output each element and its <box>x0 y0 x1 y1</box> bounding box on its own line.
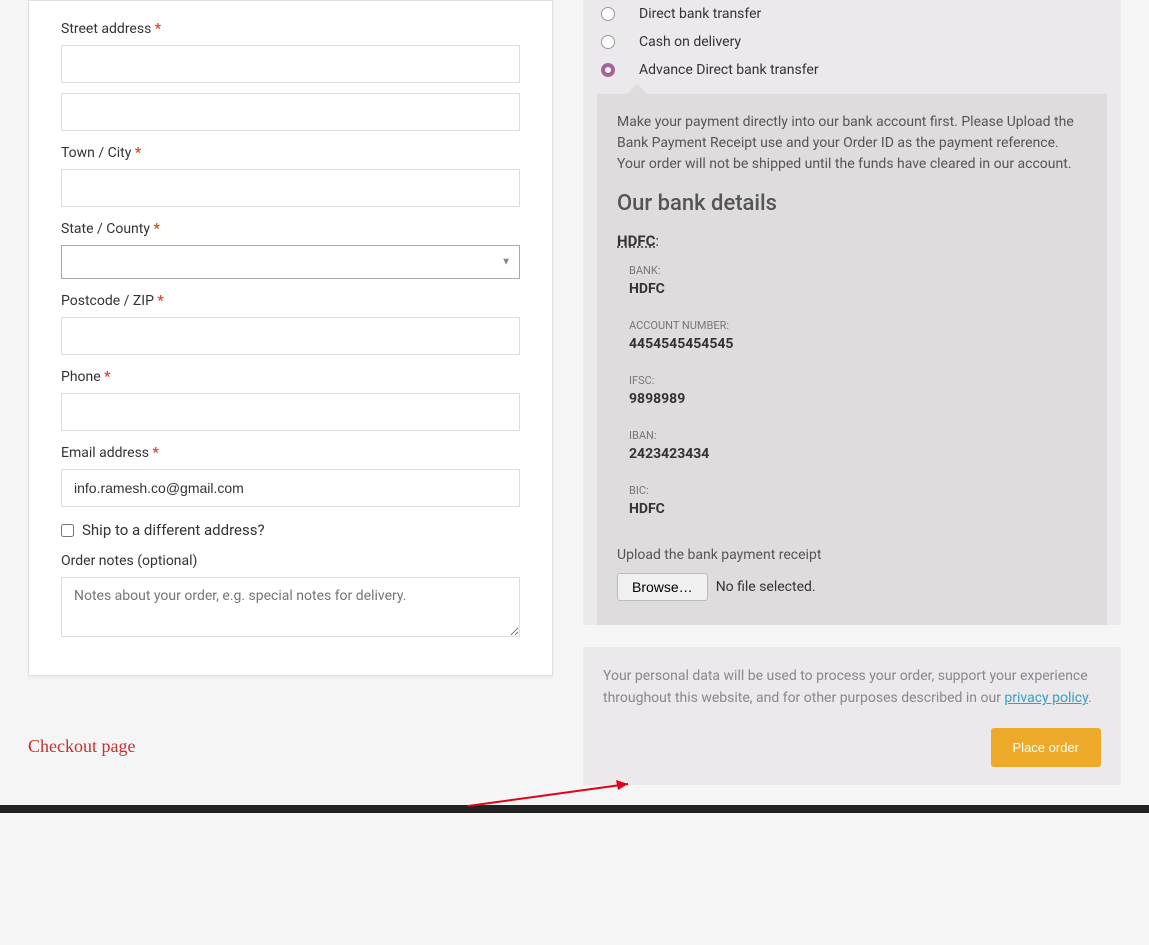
bank-field-value: 2423423434 <box>629 446 1087 462</box>
bank-field-value: HDFC <box>629 281 1087 297</box>
upload-receipt-label: Upload the bank payment receipt <box>617 547 1087 563</box>
bank-details-heading: Our bank details <box>617 191 1087 216</box>
street-address-input-2[interactable] <box>61 93 520 131</box>
checkout-page-caption: Checkout page <box>28 736 553 757</box>
state-county-label: State / County * <box>61 221 520 237</box>
radio-icon <box>601 7 615 21</box>
email-input[interactable] <box>61 469 520 507</box>
bank-field-key: IBAN: <box>629 429 1087 442</box>
bank-field-key: ACCOUNT NUMBER: <box>629 319 1087 332</box>
browse-button[interactable]: Browse… <box>617 573 708 601</box>
postcode-label: Postcode / ZIP * <box>61 293 520 309</box>
bank-field-value: HDFC <box>629 501 1087 517</box>
file-selected-status: No file selected. <box>716 579 816 595</box>
payment-option-cod[interactable]: Cash on delivery <box>583 28 1121 56</box>
bank-details-list: BANK: HDFC ACCOUNT NUMBER: 4454545454545… <box>617 264 1087 517</box>
chevron-down-icon: ▼ <box>501 257 511 268</box>
street-address-label: Street address * <box>61 21 520 37</box>
privacy-text: Your personal data will be used to proce… <box>603 665 1101 710</box>
bank-primary-name: HDFC: <box>617 232 1087 250</box>
footer-bar <box>0 805 1149 813</box>
order-notes-textarea[interactable] <box>61 577 520 637</box>
payment-option-advance-bank[interactable]: Advance Direct bank transfer <box>583 56 1121 84</box>
payment-option-label: Cash on delivery <box>639 34 741 50</box>
payment-option-label: Advance Direct bank transfer <box>639 62 819 78</box>
bank-field-value: 9898989 <box>629 391 1087 407</box>
state-county-select[interactable]: ▼ <box>61 245 520 279</box>
ship-different-checkbox[interactable] <box>61 524 74 537</box>
place-order-button[interactable]: Place order <box>991 728 1101 767</box>
privacy-and-order-box: Your personal data will be used to proce… <box>583 647 1121 785</box>
email-label: Email address * <box>61 445 520 461</box>
ship-different-label: Ship to a different address? <box>82 521 265 539</box>
town-city-input[interactable] <box>61 169 520 207</box>
phone-label: Phone * <box>61 369 520 385</box>
bank-field-key: IFSC: <box>629 374 1087 387</box>
radio-icon <box>601 63 615 77</box>
street-address-input-1[interactable] <box>61 45 520 83</box>
bank-field-value: 4454545454545 <box>629 336 1087 352</box>
payment-methods-box: Direct bank transfer Cash on delivery Ad… <box>583 0 1121 625</box>
town-city-label: Town / City * <box>61 145 520 161</box>
radio-icon <box>601 35 615 49</box>
privacy-policy-link[interactable]: privacy policy <box>1004 690 1088 706</box>
postcode-input[interactable] <box>61 317 520 355</box>
payment-detail-panel: Make your payment directly into our bank… <box>597 94 1107 625</box>
payment-option-direct-bank[interactable]: Direct bank transfer <box>583 0 1121 28</box>
order-notes-label: Order notes (optional) <box>61 553 520 569</box>
phone-input[interactable] <box>61 393 520 431</box>
billing-form: Street address * Town / City * State / C… <box>28 0 553 676</box>
bank-field-key: BIC: <box>629 484 1087 497</box>
payment-option-label: Direct bank transfer <box>639 6 761 22</box>
bank-field-key: BANK: <box>629 264 1087 277</box>
payment-description: Make your payment directly into our bank… <box>617 112 1087 175</box>
